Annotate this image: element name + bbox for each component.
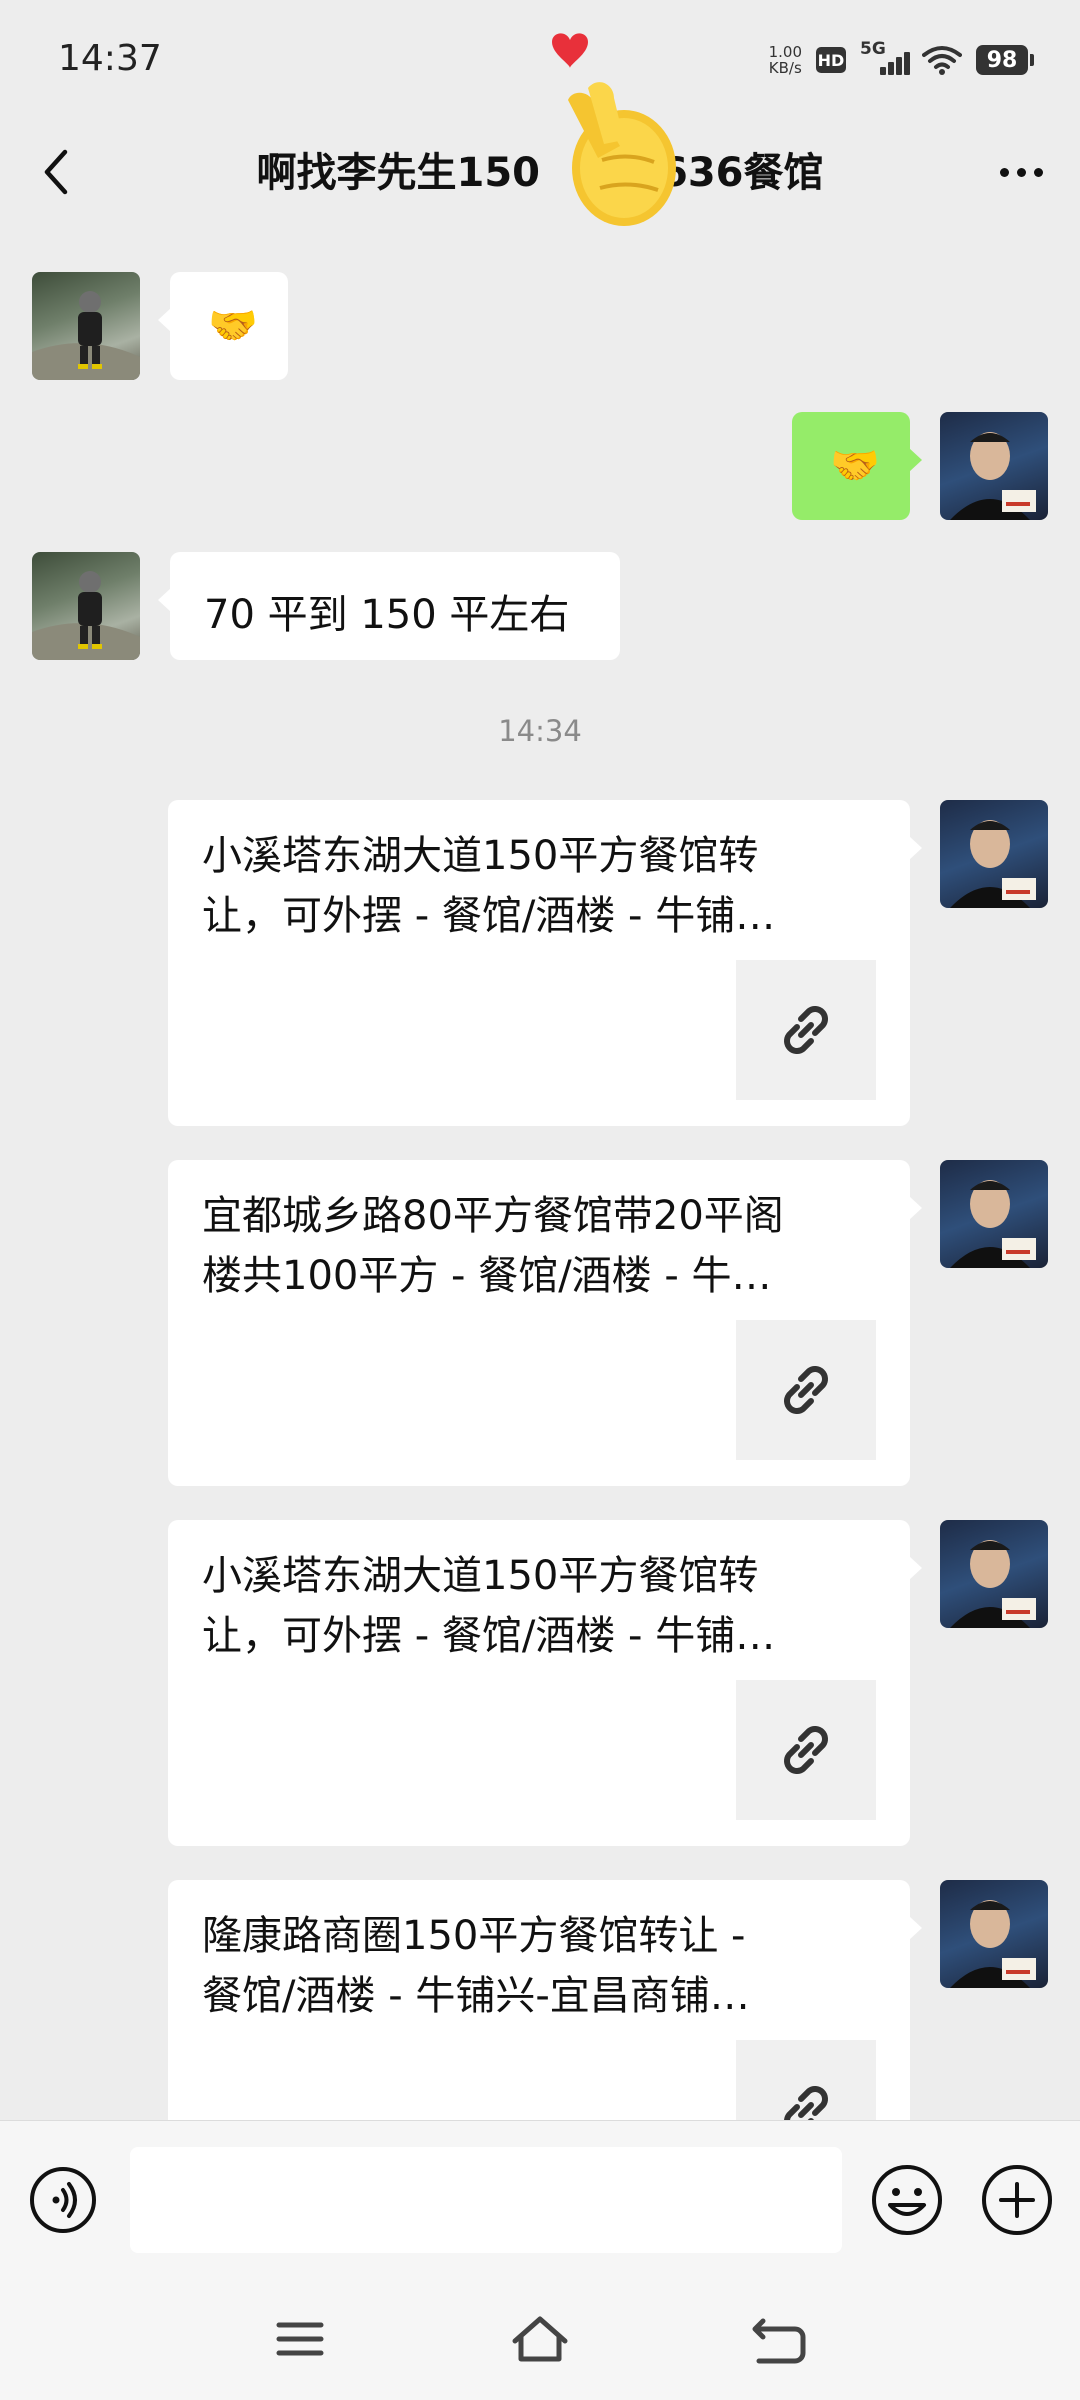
nav-back-button[interactable]	[745, 2309, 815, 2369]
emoji-face-icon	[872, 2165, 942, 2235]
cellular-signal-icon: 5G	[860, 39, 910, 75]
contact-avatar[interactable]	[32, 552, 140, 660]
timestamp: 14:34	[498, 714, 582, 748]
message-text: 70 平到 150 平左右	[204, 592, 570, 638]
handshake-emoji-icon: 🤝	[208, 303, 258, 349]
message-bubble[interactable]: 🤝	[792, 412, 922, 520]
message-input[interactable]	[130, 2147, 842, 2253]
contact-avatar[interactable]	[32, 272, 140, 380]
emoji-button[interactable]	[870, 2163, 944, 2237]
battery-icon: 98	[976, 45, 1034, 75]
link-card[interactable]: 小溪塔东湖大道150平方餐馆转 让，可外摆 - 餐馆/酒楼 - 牛铺…	[168, 800, 922, 1126]
status-icons: 1.00 KB/s HD 5G 98	[768, 36, 1034, 84]
nav-menu-button[interactable]	[265, 2309, 335, 2369]
link-title: 宜都城乡路80平方餐馆带20平阁 楼共100平方 - 餐馆/酒楼 - 牛…	[202, 1193, 784, 1299]
network-speed: 1.00 KB/s	[768, 43, 802, 77]
home-icon	[512, 2316, 568, 2362]
plus-icon	[982, 2165, 1052, 2235]
link-card[interactable]: 小溪塔东湖大道150平方餐馆转 让，可外摆 - 餐馆/酒楼 - 牛铺…	[168, 1520, 922, 1846]
voice-icon	[30, 2167, 96, 2233]
back-button[interactable]	[26, 142, 86, 202]
voice-button[interactable]	[28, 2165, 98, 2235]
link-card[interactable]: 宜都城乡路80平方餐馆带20平阁 楼共100平方 - 餐馆/酒楼 - 牛…	[168, 1160, 922, 1486]
link-card[interactable]: 隆康路商圈150平方餐馆转让 - 餐馆/酒楼 - 牛铺兴-宜昌商铺…	[168, 1880, 922, 2120]
more-functions-button[interactable]	[980, 2163, 1054, 2237]
more-dots-icon	[999, 167, 1009, 177]
link-title: 隆康路商圈150平方餐馆转让 - 餐馆/酒楼 - 牛铺兴-宜昌商铺…	[202, 1913, 750, 2019]
finger-heart-sticker	[552, 33, 676, 226]
link-icon	[784, 1366, 828, 1414]
link-thumbnail	[736, 960, 876, 1100]
link-title: 小溪塔东湖大道150平方餐馆转 让，可外摆 - 餐馆/酒楼 - 牛铺…	[202, 833, 776, 939]
message-bubble[interactable]: 70 平到 150 平左右	[158, 552, 620, 660]
nav-home-button[interactable]	[505, 2309, 575, 2369]
input-bar	[0, 2120, 1080, 2281]
message-bubble[interactable]: 🤝	[158, 272, 288, 380]
link-title: 小溪塔东湖大道150平方餐馆转 让，可外摆 - 餐馆/酒楼 - 牛铺…	[202, 1553, 776, 1659]
link-thumbnail	[736, 1680, 876, 1820]
handshake-emoji-icon: 🤝	[830, 443, 880, 489]
more-button[interactable]	[986, 142, 1056, 202]
link-icon	[784, 1006, 828, 1054]
my-avatar[interactable]	[940, 1520, 1048, 1628]
hd-icon: HD	[816, 47, 846, 73]
chevron-left-icon	[44, 149, 68, 195]
system-navigation-bar	[0, 2281, 1080, 2400]
my-avatar[interactable]	[940, 1880, 1048, 1988]
my-avatar[interactable]	[940, 800, 1048, 908]
link-icon	[784, 1726, 828, 1774]
my-avatar[interactable]	[940, 412, 1048, 520]
my-avatar[interactable]	[940, 1160, 1048, 1268]
back-icon	[752, 2318, 806, 2364]
link-thumbnail	[736, 1320, 876, 1460]
link-thumbnail	[736, 2040, 876, 2120]
wifi-icon	[922, 46, 962, 75]
link-icon	[784, 2086, 828, 2120]
menu-icon	[276, 2322, 324, 2356]
message-list[interactable]: 🤝 🤝 70 平到 150 平左右 14:34 小溪塔东湖大道150平方餐馆转让…	[0, 230, 1080, 2120]
status-time: 14:37	[58, 38, 162, 79]
